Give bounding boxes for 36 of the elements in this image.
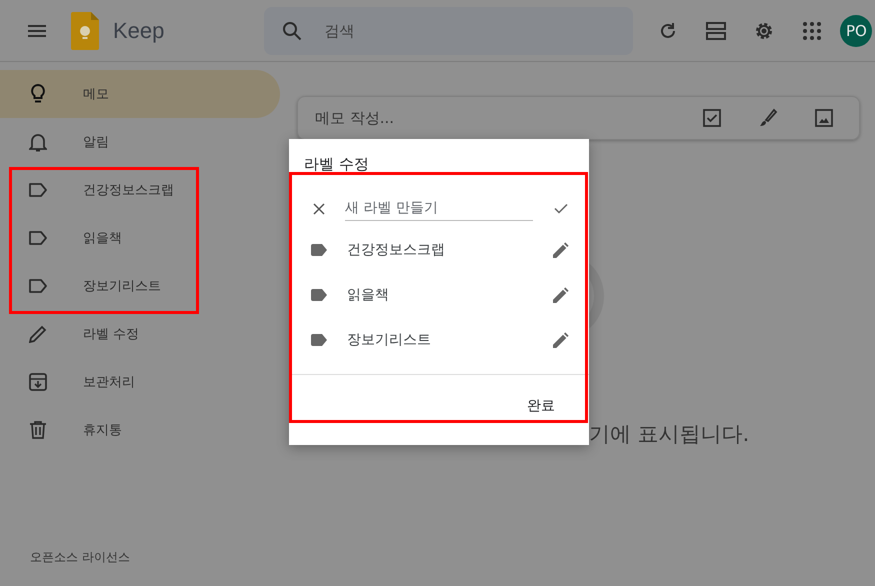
sidebar-item[interactable]: 알림 bbox=[0, 118, 280, 166]
take-note-placeholder: 메모 작성... bbox=[315, 108, 396, 128]
done-button[interactable]: 완료 bbox=[527, 395, 555, 417]
empty-state-message: 기에 표시됩니다. bbox=[589, 421, 750, 448]
bell-icon bbox=[28, 132, 46, 152]
lightbulb-icon bbox=[30, 83, 46, 105]
sidebar-item[interactable]: 장보기리스트 bbox=[0, 262, 280, 310]
trash-icon bbox=[30, 421, 46, 439]
label-icon bbox=[28, 183, 48, 197]
dialog-title: 라벨 수정 bbox=[303, 154, 370, 175]
search-icon bbox=[282, 20, 302, 40]
app-title: Keep bbox=[113, 18, 164, 44]
label-icon bbox=[311, 288, 327, 300]
open-source-license-link[interactable]: 오픈소스 라이선스 bbox=[30, 549, 280, 566]
image-icon[interactable] bbox=[815, 109, 833, 127]
sidebar-item[interactable]: 보관처리 bbox=[0, 358, 280, 406]
label-icon bbox=[311, 334, 327, 346]
label-icon bbox=[28, 231, 48, 245]
search-field[interactable]: 검색 bbox=[322, 20, 616, 40]
sidebar-item[interactable]: 건강정보스크랩 bbox=[0, 166, 280, 214]
sidebar-item[interactable]: 메모 bbox=[0, 70, 280, 118]
note-logo-icon bbox=[71, 12, 99, 50]
label-name[interactable]: 장보기리스트 bbox=[347, 330, 551, 348]
checkbox-icon[interactable] bbox=[703, 109, 721, 127]
brush-icon[interactable] bbox=[758, 108, 778, 128]
sidebar-item[interactable]: 휴지통 bbox=[0, 406, 280, 454]
label-icon bbox=[311, 244, 327, 256]
label-name[interactable]: 읽을책 bbox=[347, 286, 551, 304]
search-bar[interactable]: 검색 bbox=[264, 6, 634, 54]
sidebar-item[interactable]: 읽을책 bbox=[0, 214, 280, 262]
label-icon bbox=[28, 279, 48, 293]
archive-icon bbox=[28, 373, 46, 391]
account-avatar[interactable]: PO bbox=[840, 14, 872, 46]
sidebar-item[interactable]: 라벨 수정 bbox=[0, 310, 280, 358]
pencil-icon bbox=[28, 325, 46, 343]
label-name[interactable]: 건강정보스크랩 bbox=[347, 240, 551, 258]
